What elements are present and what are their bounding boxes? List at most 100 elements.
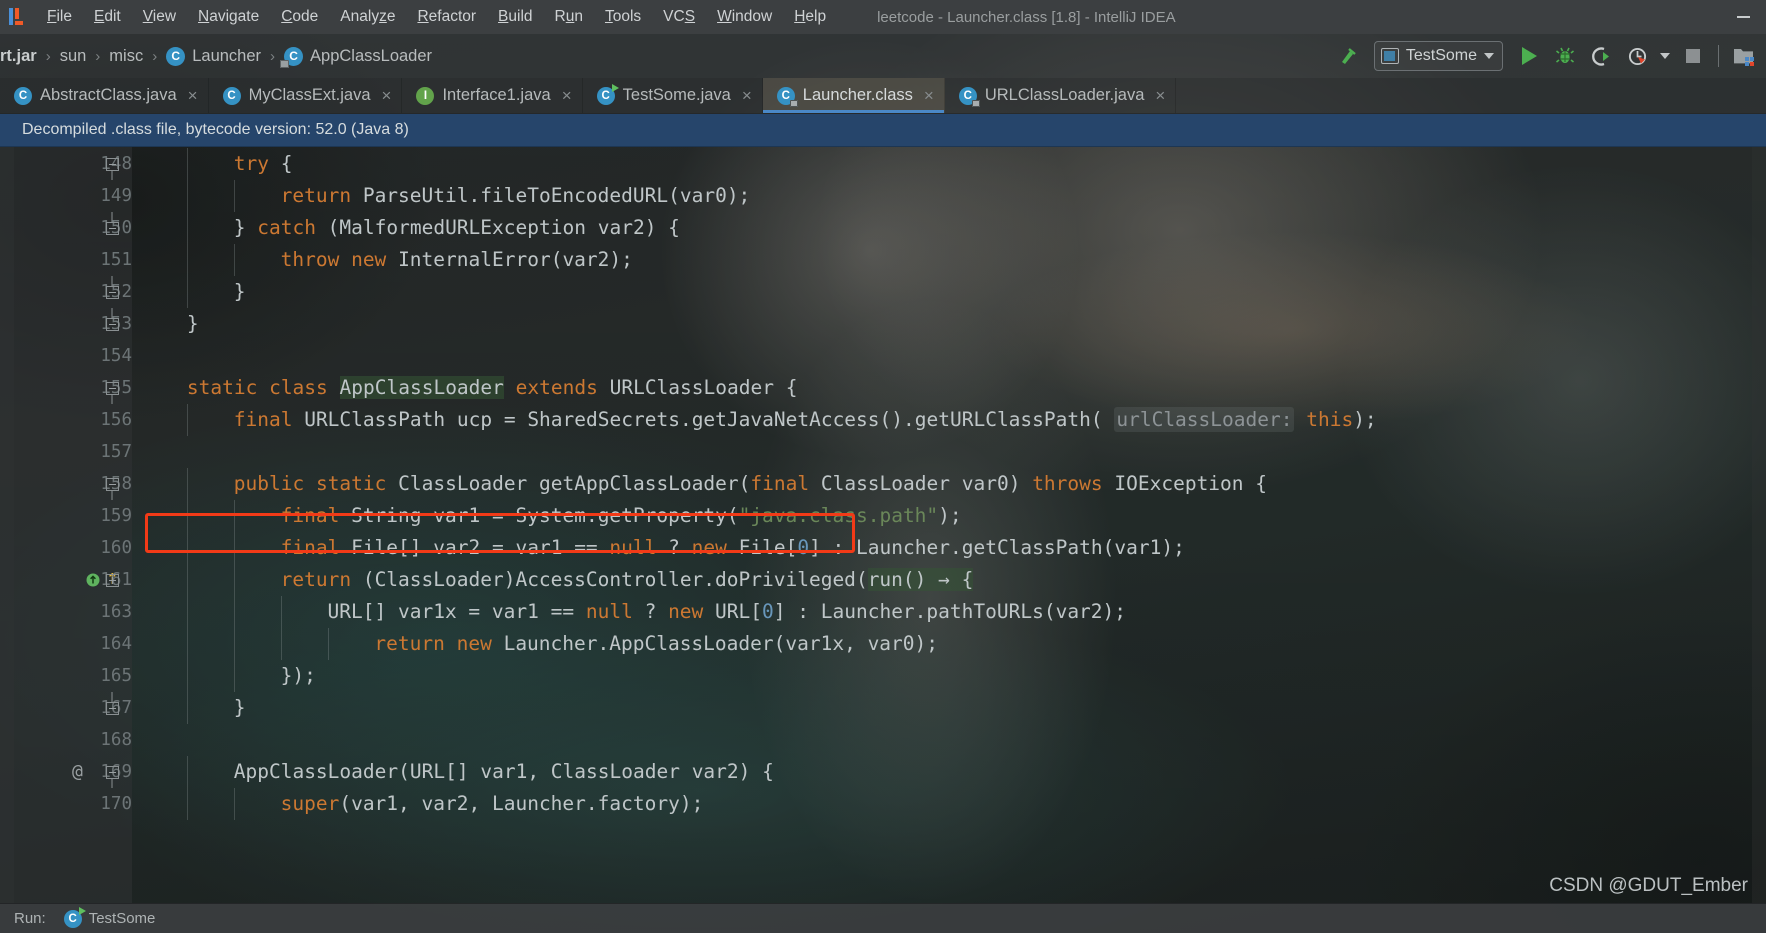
menu-item-view[interactable]: View: [132, 4, 187, 30]
indent-guide: [233, 500, 235, 532]
identifier-occurrence-highlight: AppClassLoader: [339, 376, 504, 399]
fold-marker[interactable]: [104, 692, 120, 724]
editor-tab-label: MyClassExt.java: [248, 86, 371, 104]
code-line[interactable]: });: [281, 660, 316, 692]
menu-item-window[interactable]: Window: [706, 4, 783, 30]
editor-tab-testsomejava[interactable]: C TestSome.java ×: [583, 78, 763, 113]
breadcrumb-label: sun: [59, 46, 87, 65]
minimize-button[interactable]: [1720, 0, 1766, 34]
profiler-button[interactable]: [1619, 38, 1655, 74]
breadcrumb-item-sun[interactable]: sun: [60, 47, 87, 66]
breadcrumb-item-appclassloader[interactable]: C AppClassLoader: [280, 46, 432, 68]
close-icon[interactable]: ×: [188, 86, 198, 106]
fold-marker[interactable]: [104, 372, 120, 404]
indent-guide: [186, 532, 188, 564]
menu-item-help[interactable]: Help: [783, 4, 837, 30]
editor-tab-interface1java[interactable]: I Interface1.java ×: [402, 78, 583, 113]
code-editor[interactable]: 148 149 150 151 152 153 154 155 156 157 158 159 160 ↑…: [0, 147, 1766, 903]
close-icon[interactable]: ×: [562, 86, 572, 106]
project-structure-button[interactable]: [1726, 38, 1762, 74]
code-line[interactable]: final File[] var2 = var1 == null ? new F…: [281, 532, 1185, 564]
status-run-tool-window[interactable]: Run:: [14, 910, 46, 927]
indent-guide: [186, 500, 188, 532]
menu-item-tools[interactable]: Tools: [594, 4, 652, 30]
fold-marker[interactable]: [104, 148, 120, 180]
code-line[interactable]: }: [234, 692, 246, 724]
menu-item-navigate[interactable]: Navigate: [187, 4, 270, 30]
breadcrumb-item-rtjar[interactable]: rt.jar: [0, 47, 37, 66]
code-line[interactable]: }: [187, 308, 199, 340]
run-with-coverage-button[interactable]: [1583, 38, 1619, 74]
code-line[interactable]: URL[] var1x = var1 == null ? new URL[0] …: [328, 596, 1127, 628]
editor-tab-urlclassloaderjava[interactable]: C URLClassLoader.java ×: [945, 78, 1177, 113]
editor-tab-abstractclassjava[interactable]: C AbstractClass.java ×: [0, 78, 209, 113]
build-hammer-icon[interactable]: [1330, 38, 1366, 74]
window-title: leetcode - Launcher.class [1.8] - Intell…: [877, 8, 1176, 26]
gutter-row: 157: [14, 436, 132, 468]
close-icon[interactable]: ×: [742, 86, 752, 106]
debug-button[interactable]: [1547, 38, 1583, 74]
indent-guide: [233, 628, 235, 660]
code-line[interactable]: return ParseUtil.fileToEncodedURL(var0);: [281, 180, 751, 212]
code-line[interactable]: } catch (MalformedURLException var2) {: [234, 212, 680, 244]
editor-tab-launcherclass[interactable]: C Launcher.class ×: [762, 78, 945, 113]
status-run-config[interactable]: C TestSome: [63, 906, 155, 928]
menu-item-edit[interactable]: Edit: [83, 4, 132, 30]
fold-box: [105, 573, 119, 587]
line-number: 160: [100, 538, 132, 558]
breadcrumb-item-misc[interactable]: misc: [109, 47, 143, 66]
gutter-row: 151: [14, 244, 132, 276]
menu-item-analyze[interactable]: Analyze: [329, 4, 406, 30]
indent-guide: [233, 660, 235, 692]
indent-guide: [233, 180, 235, 212]
close-icon[interactable]: ×: [1155, 86, 1165, 106]
fold-marker[interactable]: [104, 308, 120, 340]
menu-item-vcs[interactable]: VCS: [652, 4, 706, 30]
fold-marker[interactable]: [104, 212, 120, 244]
fold-marker[interactable]: [104, 468, 120, 500]
breadcrumb-item-launcher[interactable]: C Launcher: [166, 46, 261, 66]
profiler-clock-icon: [1628, 47, 1646, 65]
menu-item-file[interactable]: File: [36, 4, 83, 30]
code-surface[interactable]: try {return ParseUtil.fileToEncodedURL(v…: [132, 147, 1766, 903]
navigation-bar: rt.jar › sun › misc › C Launcher › C AppClassLoade…: [0, 34, 1766, 78]
editor-gutter[interactable]: 148 149 150 151 152 153 154 155 156 157 158 159 160 ↑…: [14, 147, 132, 903]
code-line[interactable]: return (ClassLoader)AccessController.doP…: [281, 564, 974, 596]
run-config-icon: [1380, 48, 1399, 64]
class-locked-icon: C: [280, 46, 304, 68]
editor-tab-label: Launcher.class: [802, 86, 913, 104]
code-line[interactable]: throw new InternalError(var2);: [281, 244, 633, 276]
profiler-dropdown[interactable]: [1655, 38, 1675, 74]
code-line[interactable]: AppClassLoader(URL[] var1, ClassLoader v…: [234, 756, 774, 788]
indent-guide: [233, 532, 235, 564]
code-line[interactable]: return new Launcher.AppClassLoader(var1x…: [374, 628, 938, 660]
code-line[interactable]: }: [234, 276, 246, 308]
menu-item-refactor[interactable]: Refactor: [406, 4, 487, 30]
fold-marker[interactable]: [104, 564, 120, 596]
code-line[interactable]: final URLClassPath ucp = SharedSecrets.g…: [234, 404, 1377, 436]
indent-guide: [186, 628, 188, 660]
coverage-icon: [1591, 46, 1609, 66]
fold-marker[interactable]: [104, 276, 120, 308]
editor-tab-myclassextjava[interactable]: C MyClassExt.java ×: [209, 78, 403, 113]
menu-item-build[interactable]: Build: [487, 4, 543, 30]
code-line[interactable]: static class AppClassLoader extends URLC…: [187, 372, 797, 404]
stop-button[interactable]: [1675, 38, 1711, 74]
code-line[interactable]: public static ClassLoader getAppClassLoa…: [234, 468, 1267, 500]
gutter-row: 160: [14, 532, 132, 564]
close-icon[interactable]: ×: [382, 86, 392, 106]
fold-box: [105, 765, 119, 779]
indent-guide: [186, 212, 188, 244]
fold-marker[interactable]: [104, 756, 120, 788]
menu-item-run[interactable]: Run: [544, 4, 594, 30]
code-line[interactable]: super(var1, var2, Launcher.factory);: [281, 788, 704, 820]
code-line[interactable]: final String var1 = System.getProperty("…: [281, 500, 962, 532]
run-button[interactable]: [1511, 38, 1547, 74]
indent-guide: [280, 596, 282, 628]
close-icon[interactable]: ×: [924, 86, 934, 106]
editor-marker-bar[interactable]: [1752, 147, 1766, 903]
code-line[interactable]: try {: [234, 148, 293, 180]
run-configuration-selector[interactable]: TestSome: [1373, 41, 1503, 71]
chevron-down-icon: [1660, 53, 1670, 59]
menu-item-code[interactable]: Code: [270, 4, 329, 30]
